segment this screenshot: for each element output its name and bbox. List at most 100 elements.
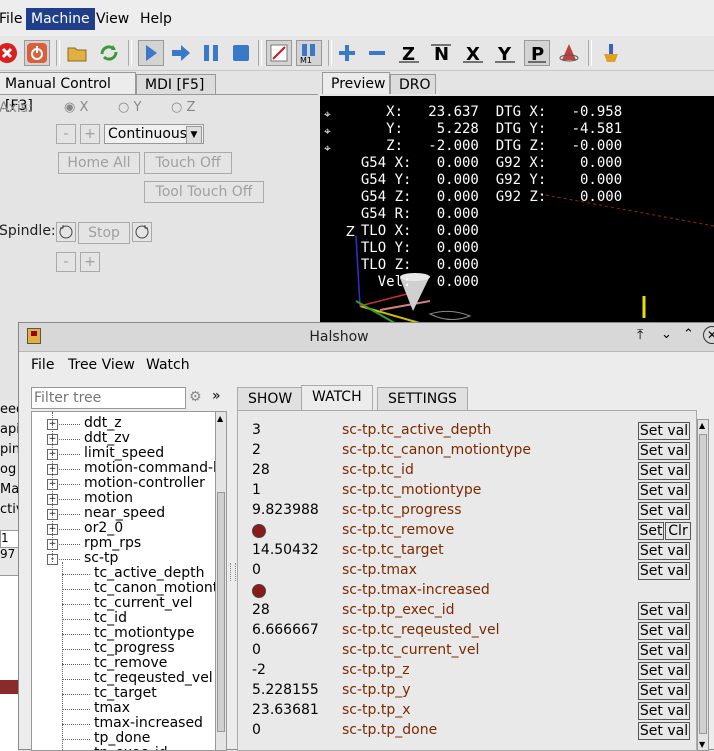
more-button[interactable]: » <box>212 388 221 404</box>
tree-node[interactable]: ddt_zv <box>84 431 130 446</box>
tree-node[interactable]: near_speed <box>84 506 165 521</box>
tree-node[interactable]: tc_current_vel <box>94 596 192 611</box>
hal-menu-file[interactable]: File <box>31 357 54 373</box>
menu-file[interactable]: File <box>0 8 27 30</box>
clear-plot-icon[interactable] <box>598 40 624 66</box>
zoom-in-icon[interactable] <box>334 40 360 66</box>
hal-tree[interactable]: ddt_z + ddt_zv + limit_speed + motion-command-… <box>31 411 227 751</box>
jog-plus-button[interactable]: + <box>80 124 100 144</box>
tree-node[interactable]: limit_speed <box>84 446 164 461</box>
set-value-button[interactable]: Set val <box>638 642 690 660</box>
set-value-button[interactable]: Set val <box>638 722 690 740</box>
close-icon[interactable]: ✕ <box>703 326 714 344</box>
maximize-icon[interactable]: ⌃ <box>683 327 694 342</box>
zoom-out-icon[interactable] <box>364 40 390 66</box>
pause-icon[interactable] <box>198 40 224 66</box>
home-all-button[interactable]: Home All <box>58 152 140 174</box>
spindle-minus-button[interactable]: - <box>56 252 76 272</box>
set-value-button[interactable]: Set val <box>638 422 690 440</box>
pane-splitter[interactable] <box>230 563 236 581</box>
tree-node[interactable]: tmax <box>94 701 130 716</box>
reload-icon[interactable] <box>96 40 122 66</box>
jog-minus-button[interactable]: - <box>56 124 76 144</box>
tree-node[interactable]: motion <box>84 491 133 506</box>
tree-node[interactable]: ddt_z <box>84 416 122 431</box>
tab-watch[interactable]: WATCH <box>301 385 373 410</box>
set-value-button[interactable]: Set val <box>638 562 690 580</box>
preview-canvas[interactable]: Z ⌖ ⌖ ⌖ X: 23.637 DTG X: -0.958 Y: 5.228 D… <box>320 96 714 326</box>
tab-mdi[interactable]: MDI [F5] <box>136 74 216 94</box>
tab-dro[interactable]: DRO <box>390 74 436 94</box>
tree-node[interactable]: tc_canon_motiont <box>94 581 218 596</box>
set-bit-button[interactable]: Set <box>638 522 664 540</box>
power-icon[interactable] <box>24 40 50 66</box>
open-file-icon[interactable] <box>64 40 90 66</box>
tree-node[interactable]: sc-tp <box>84 551 118 566</box>
tree-node[interactable]: or2_0 <box>84 521 123 536</box>
axis-x-radio[interactable]: ◉ X <box>64 100 88 115</box>
tree-node[interactable]: tc_target <box>94 686 157 701</box>
view-x-icon[interactable]: X <box>460 40 486 66</box>
set-value-button[interactable]: Set val <box>638 622 690 640</box>
keep-above-icon[interactable]: ⤒ <box>637 327 643 343</box>
run-icon[interactable] <box>138 40 164 66</box>
tree-node[interactable]: tp_exec_id <box>94 746 168 751</box>
tree-node[interactable]: tc_remove <box>94 656 167 671</box>
spindle-stop-button[interactable]: Stop <box>78 222 130 244</box>
view-z-icon[interactable]: Z <box>396 40 422 66</box>
menu-view[interactable]: View <box>91 8 134 30</box>
axis-y-radio[interactable]: ○ Y <box>118 100 141 115</box>
obscured-field[interactable]: 1 <box>0 530 20 548</box>
jog-mode-select[interactable]: Continuous ▼ <box>104 124 204 144</box>
menu-help[interactable]: Help <box>135 8 177 30</box>
tree-node[interactable]: tmax-increased <box>94 716 203 731</box>
menu-machine[interactable]: Machine <box>26 8 95 30</box>
gear-icon[interactable]: ⚙ <box>189 389 202 405</box>
stop-icon[interactable] <box>228 40 254 66</box>
tree-node[interactable]: tc_reqeusted_vel <box>94 671 213 686</box>
spindle-reverse-icon[interactable] <box>56 222 76 242</box>
set-value-button[interactable]: Set val <box>638 662 690 680</box>
estop-icon[interactable] <box>0 40 20 66</box>
tree-node[interactable]: tc_active_depth <box>94 566 205 581</box>
set-value-button[interactable]: Set val <box>638 442 690 460</box>
clear-bit-button[interactable]: Clr <box>665 522 691 540</box>
tree-node[interactable]: rpm_rps <box>84 536 141 551</box>
tab-preview[interactable]: Preview <box>322 72 390 94</box>
set-value-button[interactable]: Set val <box>638 602 690 620</box>
tab-show[interactable]: SHOW <box>237 387 304 410</box>
view-y-icon[interactable]: Y <box>492 40 518 66</box>
axis-z-radio[interactable]: ○ Z <box>171 100 195 115</box>
set-value-button[interactable]: Set val <box>638 702 690 720</box>
spindle-forward-icon[interactable] <box>132 222 152 242</box>
tree-node[interactable]: motion-command-h <box>84 461 222 476</box>
tab-settings[interactable]: SETTINGS <box>377 387 468 410</box>
tree-node[interactable]: tp_done <box>94 731 150 746</box>
minimize-icon[interactable]: ⌄ <box>661 327 672 342</box>
set-value-button[interactable]: Set val <box>638 462 690 480</box>
rotate-icon[interactable] <box>556 40 582 66</box>
spindle-plus-button[interactable]: + <box>80 252 100 272</box>
optional-stop-icon[interactable]: M1 <box>296 40 322 66</box>
view-p-icon[interactable]: P <box>524 40 550 66</box>
set-value-button[interactable]: Set val <box>638 542 690 560</box>
hal-menu-tree-view[interactable]: Tree View <box>68 357 135 373</box>
tree-node[interactable]: tc_progress <box>94 641 175 656</box>
set-value-button[interactable]: Set val <box>638 502 690 520</box>
tree-scrollbar[interactable]: ▲ <box>215 411 227 751</box>
step-icon[interactable] <box>168 40 194 66</box>
touch-off-button[interactable]: Touch Off <box>144 152 232 174</box>
tab-manual-control[interactable]: Manual Control [F3] <box>0 72 136 114</box>
tree-node[interactable]: tc_id <box>94 611 127 626</box>
tree-node[interactable]: motion-controller <box>84 476 205 491</box>
set-value-button[interactable]: Set val <box>638 682 690 700</box>
hal-menu-watch[interactable]: Watch <box>146 357 190 373</box>
set-value-button[interactable]: Set val <box>638 482 690 500</box>
filter-tree-input[interactable] <box>31 387 186 409</box>
view-z2-icon[interactable]: N <box>428 40 454 66</box>
tool-touch-off-button[interactable]: Tool Touch Off <box>144 181 264 203</box>
tree-node[interactable]: tc_motiontype <box>94 626 194 641</box>
watch-scroll-thumb[interactable] <box>699 434 707 734</box>
block-delete-icon[interactable] <box>266 40 292 66</box>
watch-scrollbar[interactable]: ▲ ▼ <box>697 419 709 751</box>
